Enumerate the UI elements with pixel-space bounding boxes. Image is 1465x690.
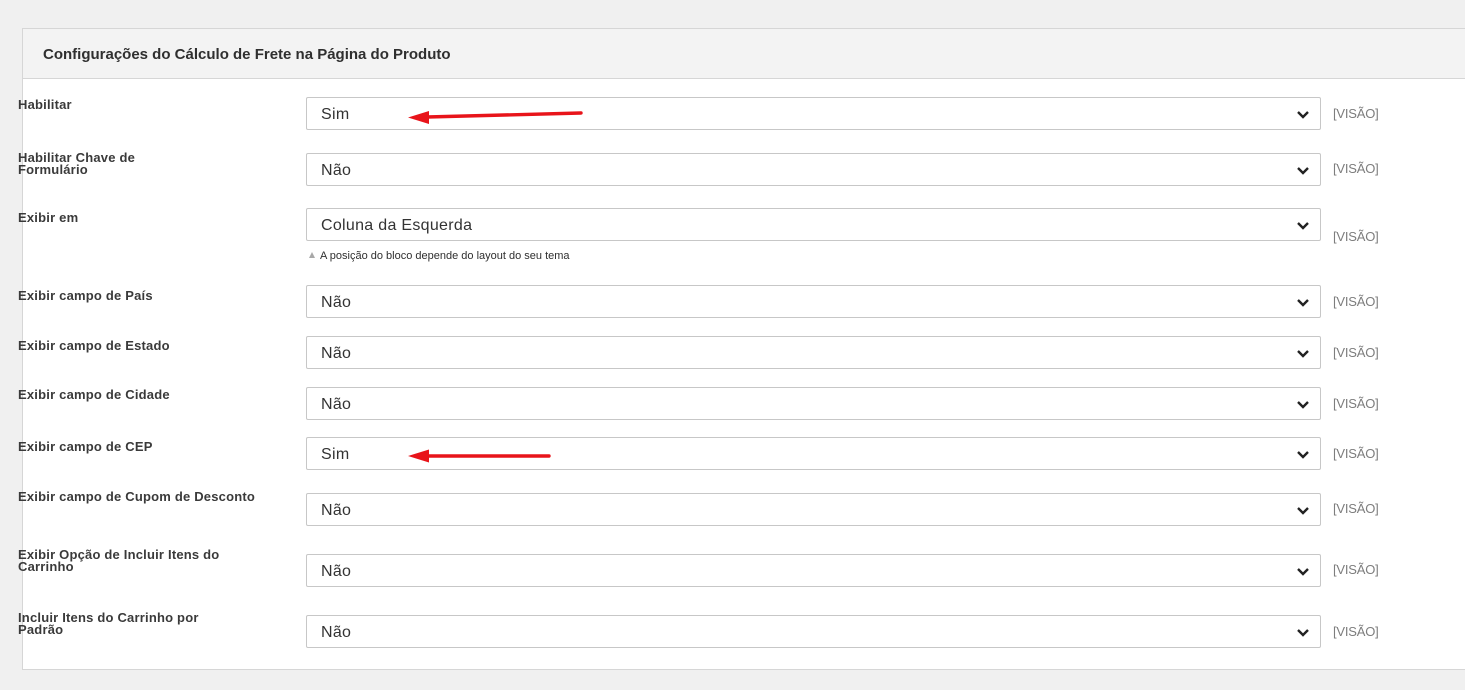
scope-label: [VISÃO]	[1333, 345, 1379, 360]
chevron-down-icon	[1297, 350, 1309, 358]
field-label: Exibir campo de Cupom de Desconto	[18, 489, 256, 504]
form-key-select[interactable]: Não	[306, 153, 1321, 186]
select-value: Não	[321, 294, 352, 311]
scope-label: [VISÃO]	[1333, 161, 1379, 176]
field-label: Incluir Itens do Carrinho por Padrão	[18, 610, 199, 637]
enable-select[interactable]: Sim	[306, 97, 1321, 130]
field-label: Exibir campo de País	[18, 288, 153, 303]
scope-label: [VISÃO]	[1333, 562, 1379, 577]
select-value: Não	[321, 396, 352, 413]
include-cart-option-select[interactable]: Não	[306, 554, 1321, 587]
select-value: Não	[321, 563, 352, 580]
state-field-select[interactable]: Não	[306, 336, 1321, 369]
field-label: Exibir campo de Estado	[18, 338, 170, 353]
select-value: Não	[321, 624, 352, 641]
city-field-select[interactable]: Não	[306, 387, 1321, 420]
select-value: Não	[321, 502, 352, 519]
select-value: Coluna da Esquerda	[321, 217, 473, 234]
section-header[interactable]: Configurações do Cálculo de Frete na Pág…	[23, 29, 1465, 79]
field-label: Exibir campo de Cidade	[18, 387, 170, 402]
scope-label: [VISÃO]	[1333, 106, 1379, 121]
field-label: Habilitar Chave de Formulário	[18, 150, 136, 177]
scope-label: [VISÃO]	[1333, 446, 1379, 461]
zip-field-select[interactable]: Sim	[306, 437, 1321, 470]
chevron-down-icon	[1297, 629, 1309, 637]
field-label: Exibir campo de CEP	[18, 439, 153, 454]
chevron-down-icon	[1297, 167, 1309, 175]
triangle-up-icon	[309, 252, 315, 258]
chevron-down-icon	[1297, 222, 1309, 230]
field-label: Habilitar	[18, 97, 72, 112]
country-field-select[interactable]: Não	[306, 285, 1321, 318]
select-value: Sim	[321, 446, 350, 463]
select-value: Sim	[321, 106, 350, 123]
include-cart-default-select[interactable]: Não	[306, 615, 1321, 648]
scope-label: [VISÃO]	[1333, 396, 1379, 411]
coupon-field-select[interactable]: Não	[306, 493, 1321, 526]
chevron-down-icon	[1297, 451, 1309, 459]
note-text: A posição do bloco depende do layout do …	[320, 250, 570, 262]
chevron-down-icon	[1297, 401, 1309, 409]
chevron-down-icon	[1297, 507, 1309, 515]
chevron-down-icon	[1297, 299, 1309, 307]
section-title: Configurações do Cálculo de Frete na Pág…	[43, 46, 451, 63]
scope-label: [VISÃO]	[1333, 501, 1379, 516]
chevron-down-icon	[1297, 111, 1309, 119]
field-label: Exibir em	[18, 210, 79, 225]
select-value: Não	[321, 162, 352, 179]
display-in-select[interactable]: Coluna da Esquerda	[306, 208, 1321, 241]
scope-label: [VISÃO]	[1333, 294, 1379, 309]
field-note: A posição do bloco depende do layout do …	[309, 250, 570, 262]
chevron-down-icon	[1297, 568, 1309, 576]
field-label: Exibir Opção de Incluir Itens do Carrinh…	[18, 547, 220, 574]
select-value: Não	[321, 345, 352, 362]
scope-label: [VISÃO]	[1333, 229, 1379, 244]
scope-label: [VISÃO]	[1333, 624, 1379, 639]
